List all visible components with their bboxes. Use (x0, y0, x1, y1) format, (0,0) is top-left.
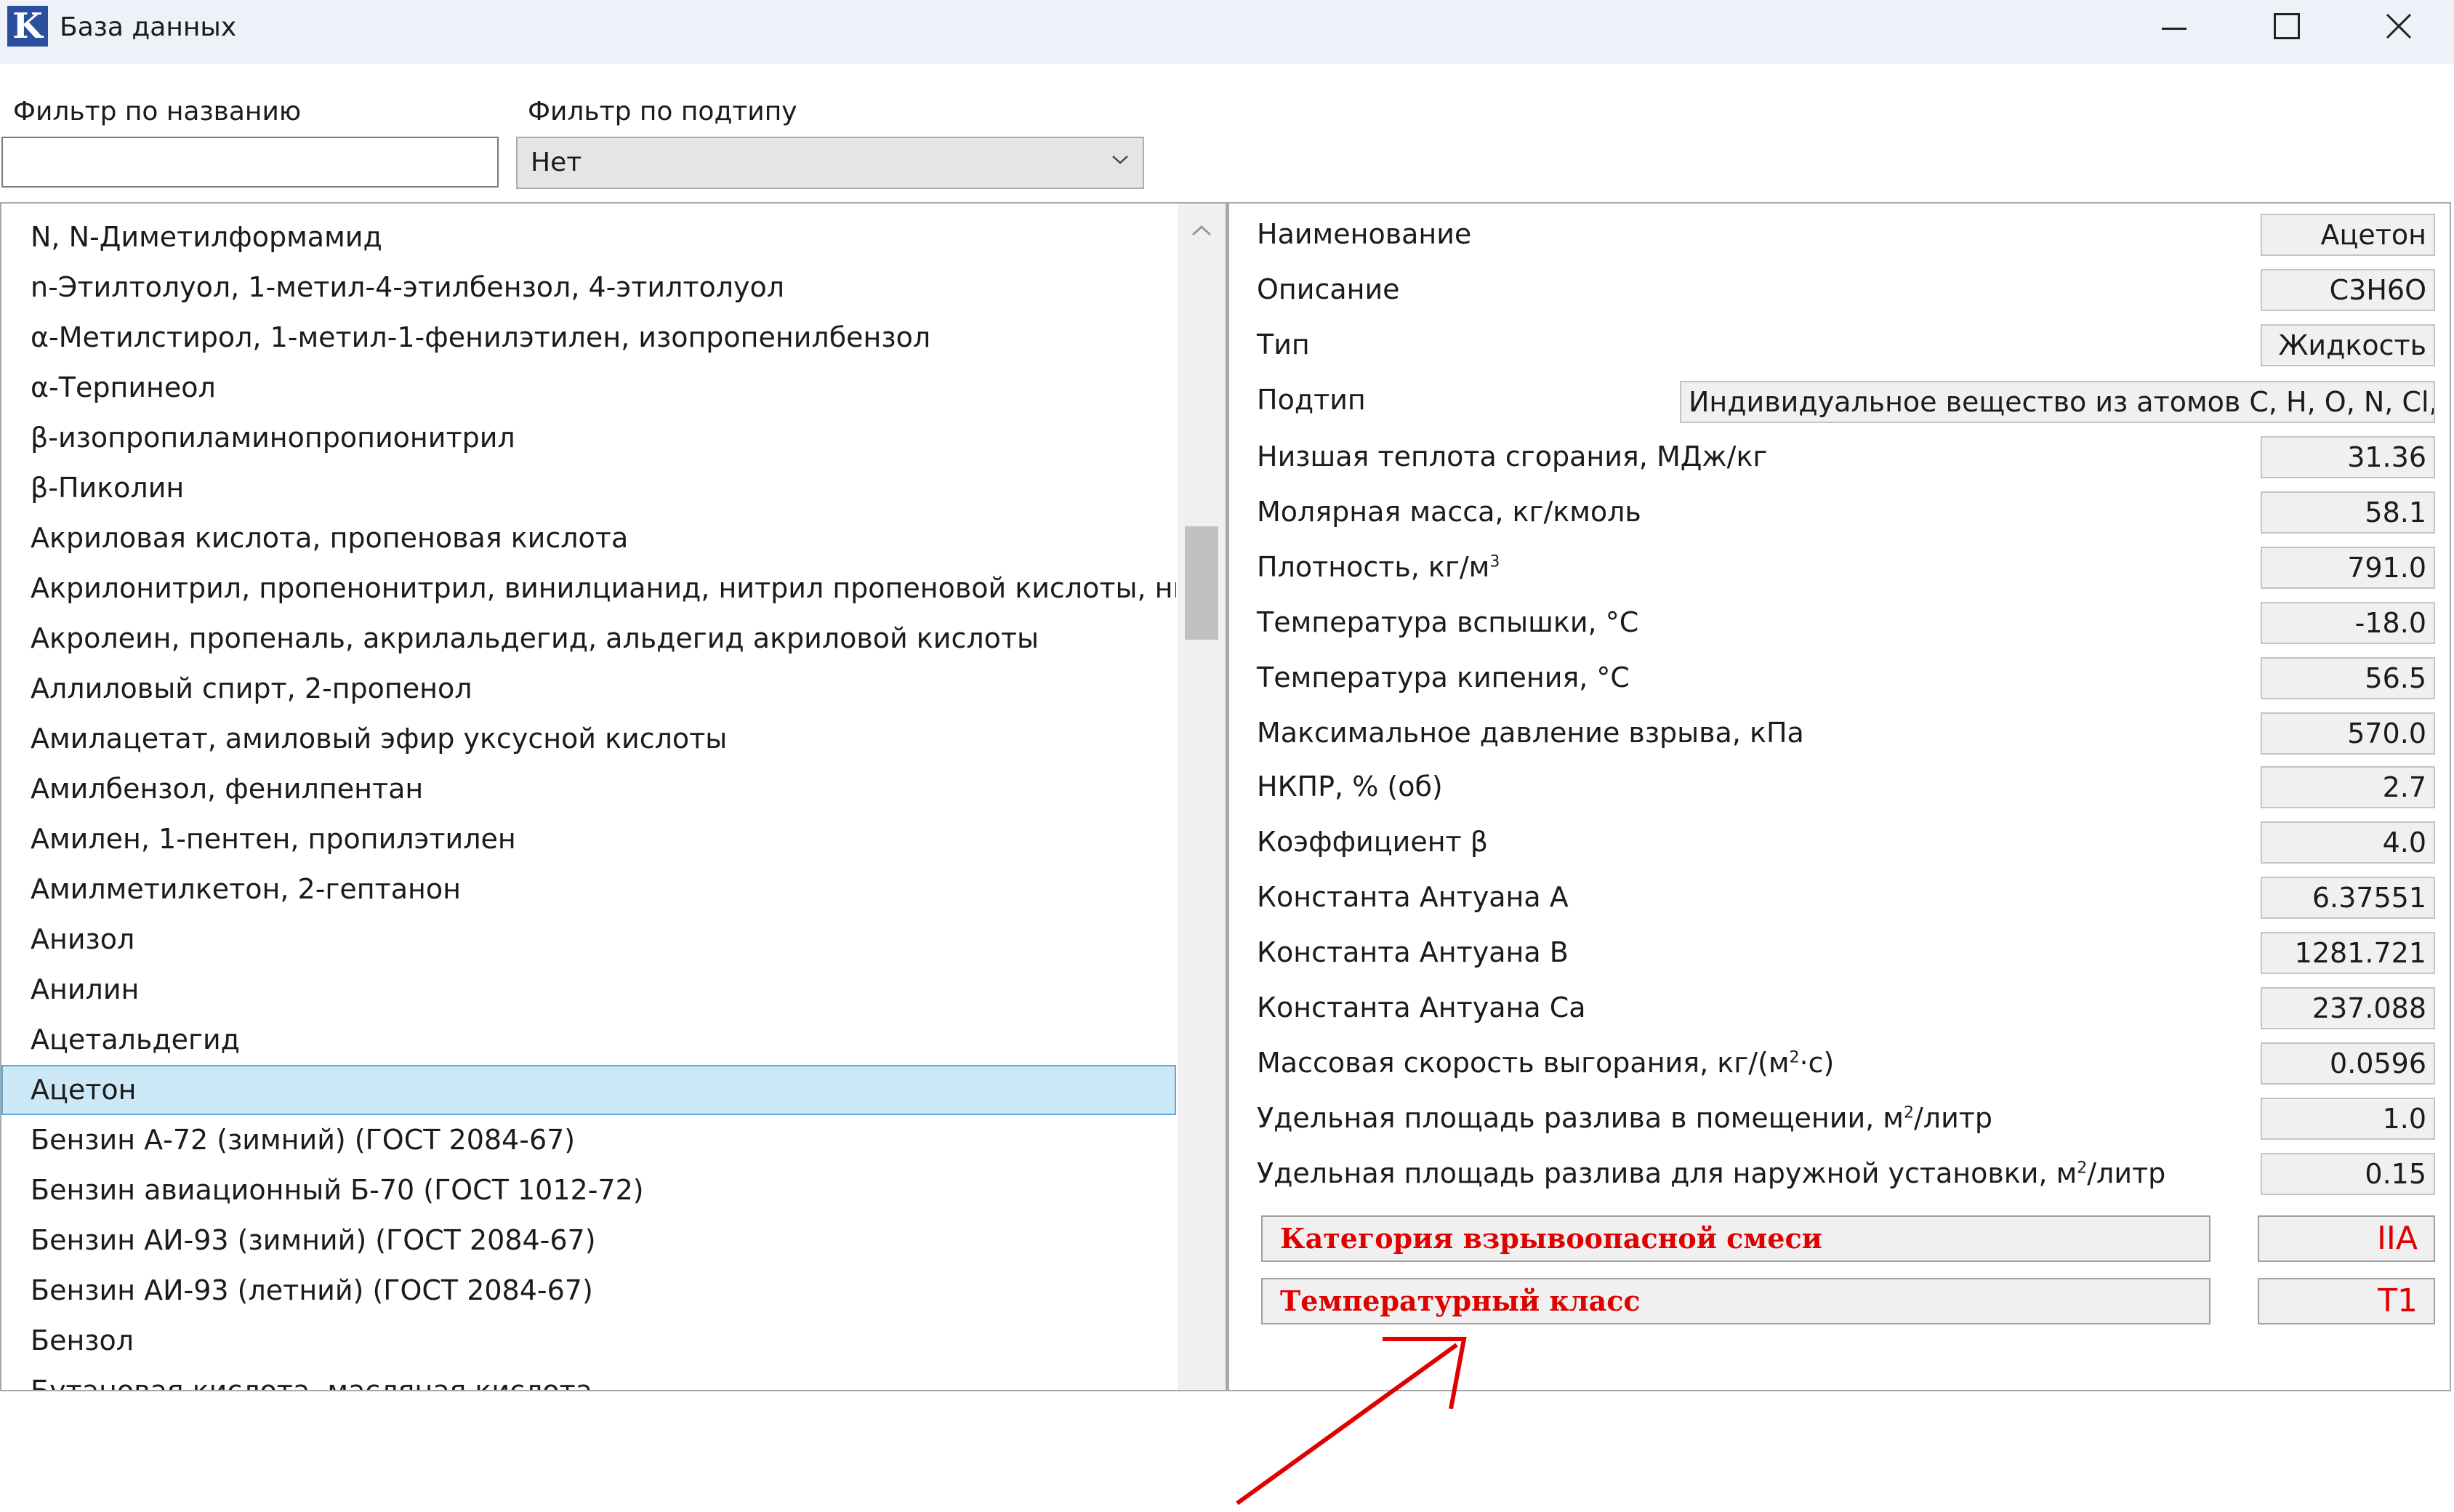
close-button[interactable] (2348, 0, 2450, 58)
density-value: 791.0 (2261, 547, 2435, 589)
antoine-b-label: Константа Антуана В (1257, 936, 1569, 968)
antoine-a-value: 6.37551 (2261, 877, 2435, 919)
lel-label: НКПР, % (об) (1257, 771, 1443, 803)
list-item[interactable]: Акриловая кислота, пропеновая кислота (1, 513, 1176, 563)
antoine-b-value: 1281.721 (2261, 932, 2435, 974)
explosion-category-value: IIA (2258, 1215, 2435, 1262)
list-item[interactable]: Бензин А-72 (зимний) (ГОСТ 2084-67) (1, 1115, 1176, 1165)
list-item[interactable]: Амилбензол, фенилпентан (1, 764, 1176, 814)
list-item[interactable]: Амилметилкетон, 2-гептанон (1, 864, 1176, 914)
list-item[interactable]: Бензин АИ-93 (зимний) (ГОСТ 2084-67) (1, 1215, 1176, 1266)
burn-rate-value: 0.0596 (2261, 1042, 2435, 1085)
molar-mass-value: 58.1 (2261, 491, 2435, 534)
minimize-icon (2162, 28, 2187, 30)
antoine-a-label: Константа Антуана А (1257, 881, 1569, 913)
list-item[interactable]: α-Терпинеол (1, 363, 1176, 413)
explosion-category-label: Категория взрывоопасной смеси (1261, 1215, 2210, 1262)
beta-coefficient-label: Коэффициент β (1257, 826, 1489, 858)
close-icon (2386, 13, 2412, 39)
max-pressure-label: Максимальное давление взрыва, кПа (1257, 717, 1804, 749)
burn-rate-label: Массовая скорость выгорания, кг/(м2·с) (1257, 1047, 1835, 1079)
list-item[interactable]: Бензин авиационный Б-70 (ГОСТ 1012-72) (1, 1165, 1176, 1215)
window-title: База данных (60, 12, 237, 42)
substance-list[interactable]: N, N-Диметилформамид n-Этилтолуол, 1-мети… (0, 202, 1227, 1391)
substance-list-items: N, N-Диметилформамид n-Этилтолуол, 1-мети… (1, 212, 1176, 1390)
description-value: C3H6O (2261, 269, 2435, 311)
filter-name-label: Фильтр по названию (13, 97, 302, 126)
list-item[interactable]: Анилин (1, 965, 1176, 1015)
description-label: Описание (1257, 273, 1400, 305)
subtype-filter-value: Нет (531, 148, 582, 177)
maximize-icon (2274, 13, 2300, 39)
list-item[interactable]: Анизол (1, 914, 1176, 965)
type-label: Тип (1257, 329, 1310, 361)
heat-of-combustion-label: Низшая теплота сгорания, МДж/кг (1257, 441, 1768, 472)
boiling-point-value: 56.5 (2261, 657, 2435, 699)
list-scrollbar[interactable] (1178, 204, 1226, 1390)
list-item[interactable]: Аллиловый спирт, 2-пропенол (1, 664, 1176, 714)
list-item[interactable]: Амилен, 1-пентен, пропилэтилен (1, 814, 1176, 864)
molar-mass-label: Молярная масса, кг/кмоль (1257, 496, 1641, 528)
chevron-down-icon (1112, 156, 1128, 164)
list-item[interactable]: n-Этилтолуол, 1-метил-4-этилбензол, 4-эт… (1, 262, 1176, 313)
flash-point-value: -18.0 (2261, 602, 2435, 644)
list-item[interactable]: Бензин АИ-93 (летний) (ГОСТ 2084-67) (1, 1266, 1176, 1316)
minimize-button[interactable] (2123, 0, 2224, 58)
density-label: Плотность, кг/м3 (1257, 551, 1500, 583)
beta-coefficient-value: 4.0 (2261, 821, 2435, 864)
heat-of-combustion-value: 31.36 (2261, 436, 2435, 478)
list-item[interactable]: Амилацетат, амиловый эфир уксусной кисло… (1, 714, 1176, 764)
list-item[interactable]: α-Метилстирол, 1-метил-1-фенилэтилен, из… (1, 313, 1176, 363)
subtype-label: Подтип (1257, 384, 1366, 416)
annotation-arrow-icon (1236, 1337, 1467, 1505)
subtype-value: Индивидуальное вещество из атомов C, H, … (1680, 381, 2435, 423)
scrollbar-thumb[interactable] (1185, 526, 1218, 640)
list-item[interactable]: β-изопропиламинопропионитрил (1, 413, 1176, 463)
title-bar: K База данных (0, 0, 2454, 64)
list-item[interactable]: Бензол (1, 1316, 1176, 1366)
list-item[interactable]: Бутановая кислота, масляная кислота (1, 1366, 1176, 1390)
list-item[interactable]: β-Пиколин (1, 463, 1176, 513)
type-value: Жидкость (2261, 324, 2435, 366)
flash-point-label: Температура вспышки, °C (1257, 606, 1639, 638)
boiling-point-label: Температура кипения, °C (1257, 662, 1630, 693)
list-item[interactable]: N, N-Диметилформамид (1, 212, 1176, 262)
antoine-ca-value: 237.088 (2261, 987, 2435, 1029)
list-item[interactable]: Акрилонитрил, пропенонитрил, винилцианид… (1, 563, 1176, 614)
list-item[interactable]: Акролеин, пропеналь, акрилальдегид, альд… (1, 614, 1176, 664)
details-panel: Наименование Ацетон Описание C3H6O Тип Ж… (1227, 202, 2451, 1391)
filter-name-input[interactable] (1, 137, 499, 188)
name-value: Ацетон (2261, 214, 2435, 256)
list-item-selected[interactable]: Ацетон (1, 1065, 1176, 1115)
spill-area-outdoor-label: Удельная площадь разлива для наружной ус… (1257, 1157, 2166, 1189)
lel-value: 2.7 (2261, 766, 2435, 808)
list-item[interactable]: Ацетальдегид (1, 1015, 1176, 1065)
spill-area-indoor-label: Удельная площадь разлива в помещении, м2… (1257, 1102, 1993, 1134)
scroll-up-icon[interactable] (1190, 224, 1213, 237)
app-logo-icon: K (7, 6, 48, 47)
subtype-filter-select[interactable]: Нет (516, 137, 1144, 189)
temperature-class-value: T1 (2258, 1278, 2435, 1324)
max-pressure-value: 570.0 (2261, 712, 2435, 755)
spill-area-outdoor-value: 0.15 (2261, 1153, 2435, 1195)
filter-subtype-label: Фильтр по подтипу (528, 97, 797, 126)
maximize-button[interactable] (2235, 0, 2337, 58)
name-label: Наименование (1257, 218, 1472, 250)
antoine-ca-label: Константа Антуана Са (1257, 992, 1586, 1024)
spill-area-indoor-value: 1.0 (2261, 1098, 2435, 1140)
